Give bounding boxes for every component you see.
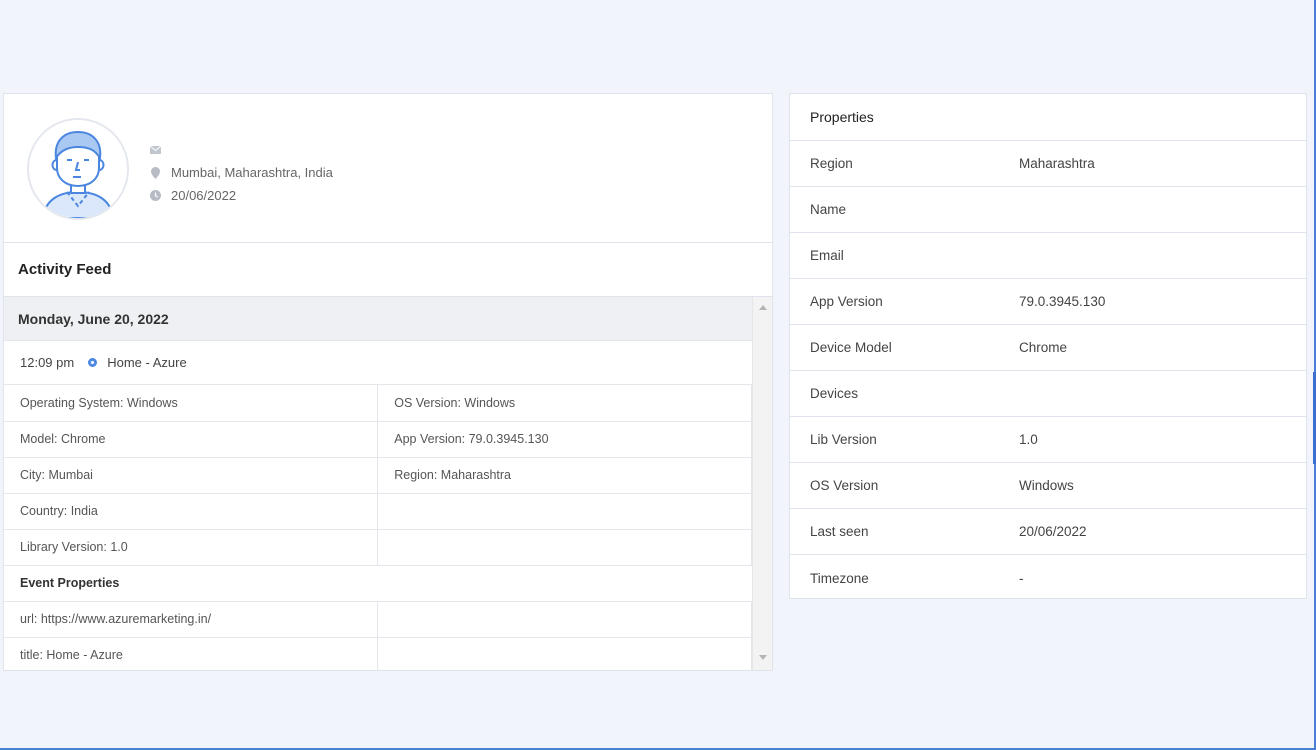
table-cell: Region: Maharashtra <box>377 457 752 494</box>
clock-icon <box>149 190 161 202</box>
table-cell: title: Home - Azure <box>4 637 379 670</box>
properties-panel: Properties Region Maharashtra Name Email… <box>789 93 1307 599</box>
location-pin-icon <box>149 166 161 179</box>
user-date: 20/06/2022 <box>171 188 237 203</box>
user-profile-card: Mumbai, Maharashtra, India 20/06/2022 <box>4 94 772 243</box>
envelope-icon <box>149 144 161 156</box>
property-row-device-model: Device Model Chrome <box>790 325 1306 371</box>
property-row-devices: Devices <box>790 371 1306 417</box>
property-value: 1.0 <box>1019 432 1038 447</box>
activity-feed-content: Monday, June 20, 2022 12:09 pm Home - Az… <box>4 297 752 670</box>
table-cell <box>377 493 752 530</box>
property-key: Email <box>810 248 844 263</box>
user-meta: Mumbai, Maharashtra, India 20/06/2022 <box>149 138 333 207</box>
table-cell: App Version: 79.0.3945.130 <box>377 421 752 458</box>
property-row-name: Name <box>790 187 1306 233</box>
user-location: Mumbai, Maharashtra, India <box>171 165 333 180</box>
table-cell <box>377 601 752 638</box>
activity-feed-title: Activity Feed <box>4 243 772 297</box>
property-key: Devices <box>810 386 859 401</box>
event-properties-label: Event Properties <box>4 565 752 602</box>
user-activity-panel: Mumbai, Maharashtra, India 20/06/2022 Ac… <box>3 93 773 671</box>
table-cell: Model: Chrome <box>4 421 379 458</box>
property-value: - <box>1019 570 1024 586</box>
property-key: App Version <box>810 294 883 309</box>
property-key: Name <box>810 202 847 217</box>
property-value: Windows <box>1019 478 1074 493</box>
property-value: Maharashtra <box>1019 156 1095 171</box>
properties-title: Properties <box>790 94 1306 141</box>
user-avatar-icon <box>29 120 127 218</box>
table-row: Library Version: 1.0 <box>4 529 752 566</box>
table-cell: City: Mumbai <box>4 457 379 494</box>
property-row-region: Region Maharashtra <box>790 141 1306 187</box>
property-key: Region <box>810 156 853 171</box>
table-row: title: Home - Azure <box>4 637 752 670</box>
table-row: Operating System: Windows OS Version: Wi… <box>4 385 752 422</box>
feed-scrollbar[interactable] <box>752 297 772 670</box>
table-cell <box>377 529 752 566</box>
table-row: Model: Chrome App Version: 79.0.3945.130 <box>4 421 752 458</box>
activity-feed-scroll-area[interactable]: Monday, June 20, 2022 12:09 pm Home - Az… <box>4 297 772 670</box>
table-cell: Country: India <box>4 493 379 530</box>
event-properties-header-row: Event Properties <box>4 565 752 602</box>
property-row-email: Email <box>790 233 1306 279</box>
table-row: Country: India <box>4 493 752 530</box>
property-row-os-version: OS Version Windows <box>790 463 1306 509</box>
property-value: Chrome <box>1019 340 1068 355</box>
table-cell: Library Version: 1.0 <box>4 529 379 566</box>
property-row-timezone: Timezone - <box>790 555 1306 601</box>
day-header: Monday, June 20, 2022 <box>4 297 752 341</box>
event-dot-icon <box>88 358 98 367</box>
table-cell: OS Version: Windows <box>377 385 752 422</box>
property-key: Lib Version <box>810 432 877 447</box>
property-key: Timezone <box>810 570 869 586</box>
event-details-table: Operating System: Windows OS Version: Wi… <box>4 385 752 670</box>
scroll-down-arrow-icon[interactable] <box>759 655 767 660</box>
table-cell: url: https://www.azuremarketing.in/ <box>4 601 379 638</box>
table-cell <box>377 637 752 670</box>
property-row-app-version: App Version 79.0.3945.130 <box>790 279 1306 325</box>
event-row[interactable]: 12:09 pm Home - Azure <box>4 341 752 385</box>
table-row: url: https://www.azuremarketing.in/ <box>4 601 752 638</box>
property-row-lib-version: Lib Version 1.0 <box>790 417 1306 463</box>
table-cell: Operating System: Windows <box>4 385 379 422</box>
property-row-last-seen: Last seen 20/06/2022 <box>790 509 1306 555</box>
property-key: OS Version <box>810 478 879 493</box>
table-row: City: Mumbai Region: Maharashtra <box>4 457 752 494</box>
event-name: Home - Azure <box>107 354 187 370</box>
event-time: 12:09 pm <box>20 354 75 370</box>
property-value: 20/06/2022 <box>1019 524 1087 539</box>
property-value: 79.0.3945.130 <box>1019 294 1106 309</box>
user-date-row: 20/06/2022 <box>149 184 333 207</box>
property-key: Device Model <box>810 340 892 355</box>
scroll-up-arrow-icon[interactable] <box>759 305 767 310</box>
user-avatar <box>27 118 129 220</box>
user-email-row <box>149 138 333 161</box>
user-location-row: Mumbai, Maharashtra, India <box>149 161 333 184</box>
property-key: Last seen <box>810 524 869 539</box>
